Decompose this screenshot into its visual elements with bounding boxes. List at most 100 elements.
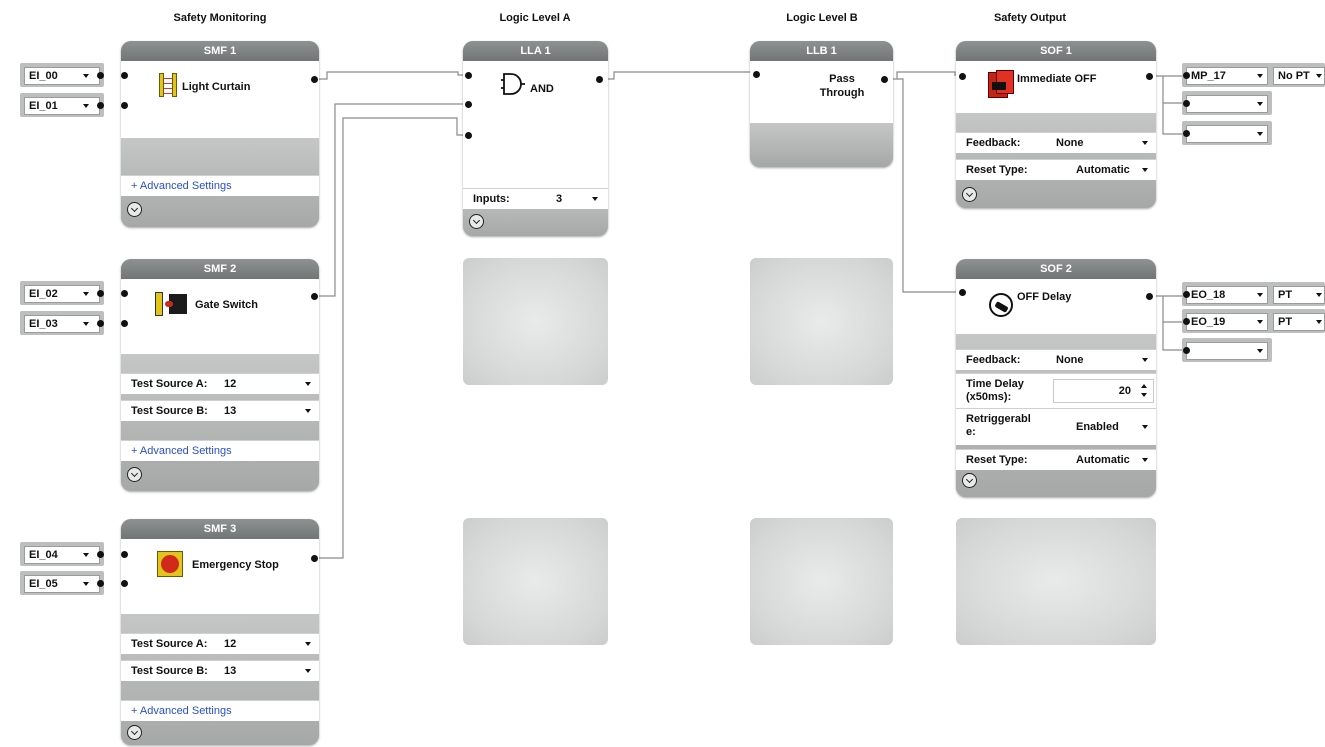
connector-dot[interactable] xyxy=(121,102,128,109)
connector-dot[interactable] xyxy=(1183,347,1190,354)
lla1-inputs-row[interactable]: Inputs: 3 xyxy=(463,188,608,209)
sof2-time-delay-row[interactable]: Time Delay (x50ms): 20 xyxy=(956,373,1156,408)
smf3-test-source-a-row[interactable]: Test Source A: 12 xyxy=(121,633,319,654)
connector-dot[interactable] xyxy=(97,551,104,558)
output-pt-select[interactable]: PT xyxy=(1269,309,1325,333)
empty-slot-sof3[interactable] xyxy=(956,518,1156,645)
connector-dot[interactable] xyxy=(97,320,104,327)
chevron-down-icon[interactable] xyxy=(83,292,89,296)
chevron-down-icon[interactable] xyxy=(1316,320,1322,324)
chevron-down-icon[interactable] xyxy=(1257,293,1263,297)
sof1-reset-type-row[interactable]: Reset Type: Automatic xyxy=(956,159,1156,180)
sof1-block[interactable]: SOF 1 Immediate OFF Feedback: None Reset… xyxy=(956,41,1156,208)
smf2-advanced-row[interactable]: + Advanced Settings xyxy=(121,440,319,461)
connector-dot[interactable] xyxy=(121,320,128,327)
llb1-block[interactable]: LLB 1 Pass Through xyxy=(750,41,893,167)
input-tag-ei03[interactable]: EI_03 xyxy=(20,311,104,335)
empty-slot-llb2[interactable] xyxy=(750,258,893,385)
sof2-block[interactable]: SOF 2 OFF Delay Feedback: None Time Dela… xyxy=(956,259,1156,497)
connector-dot[interactable] xyxy=(97,580,104,587)
chevron-down-icon[interactable] xyxy=(1257,320,1263,324)
chevron-down-icon[interactable] xyxy=(305,409,311,413)
input-tag-ei01[interactable]: EI_01 xyxy=(20,93,104,117)
connector-dot[interactable] xyxy=(121,551,128,558)
chevron-down-icon[interactable] xyxy=(1257,349,1263,353)
chevron-down-icon[interactable] xyxy=(83,74,89,78)
connector-dot[interactable] xyxy=(753,71,760,78)
output-tag-empty[interactable] xyxy=(1182,91,1272,115)
connector-dot[interactable] xyxy=(465,101,472,108)
connector-dot[interactable] xyxy=(959,289,966,296)
connector-dot[interactable] xyxy=(1183,318,1190,325)
chevron-down-icon[interactable] xyxy=(1257,132,1263,136)
chevron-down-icon[interactable] xyxy=(83,104,89,108)
collapse-chevron-icon[interactable] xyxy=(127,725,142,740)
connector-dot[interactable] xyxy=(121,580,128,587)
sof2-feedback-row[interactable]: Feedback: None xyxy=(956,349,1156,370)
connector-dot[interactable] xyxy=(311,76,318,83)
connector-dot[interactable] xyxy=(311,293,318,300)
output-tag-eo18[interactable]: EO_18 xyxy=(1182,282,1272,306)
smf2-block[interactable]: SMF 2 Gate Switch Test Source A: 12 Test… xyxy=(121,259,319,491)
chevron-down-icon[interactable] xyxy=(1316,74,1322,78)
chevron-down-icon[interactable] xyxy=(1257,74,1263,78)
output-tag-empty[interactable] xyxy=(1182,121,1272,145)
input-tag-ei05[interactable]: EI_05 xyxy=(20,571,104,595)
smf3-block[interactable]: SMF 3 Emergency Stop Test Source A: 12 T… xyxy=(121,519,319,745)
chevron-down-icon[interactable] xyxy=(1142,358,1148,362)
connector-dot[interactable] xyxy=(465,72,472,79)
chevron-down-icon[interactable] xyxy=(1142,458,1148,462)
connector-dot[interactable] xyxy=(1183,100,1190,107)
chevron-down-icon[interactable] xyxy=(1142,168,1148,172)
advanced-settings-link[interactable]: + Advanced Settings xyxy=(131,701,232,721)
sof2-reset-type-row[interactable]: Reset Type: Automatic xyxy=(956,449,1156,470)
connector-dot[interactable] xyxy=(959,73,966,80)
connector-dot[interactable] xyxy=(465,132,472,139)
output-pt-select[interactable]: PT xyxy=(1269,282,1325,306)
collapse-chevron-icon[interactable] xyxy=(962,473,977,488)
output-tag-mp17[interactable]: MP_17 xyxy=(1182,63,1272,87)
sof1-feedback-row[interactable]: Feedback: None xyxy=(956,132,1156,153)
collapse-chevron-icon[interactable] xyxy=(469,214,484,229)
empty-slot-llb3[interactable] xyxy=(750,518,893,645)
increment-icon[interactable] xyxy=(1141,384,1147,388)
input-tag-ei04[interactable]: EI_04 xyxy=(20,542,104,566)
connector-dot[interactable] xyxy=(121,290,128,297)
smf1-advanced-row[interactable]: + Advanced Settings xyxy=(121,175,319,196)
chevron-down-icon[interactable] xyxy=(1142,141,1148,145)
smf2-test-source-a-row[interactable]: Test Source A: 12 xyxy=(121,373,319,394)
chevron-down-icon[interactable] xyxy=(305,382,311,386)
connector-dot[interactable] xyxy=(1146,73,1153,80)
output-pt-select[interactable]: No PT xyxy=(1269,63,1325,87)
chevron-down-icon[interactable] xyxy=(1142,425,1148,429)
decrement-icon[interactable] xyxy=(1141,393,1147,397)
chevron-down-icon[interactable] xyxy=(305,642,311,646)
empty-slot-lla3[interactable] xyxy=(463,518,608,645)
chevron-down-icon[interactable] xyxy=(592,197,598,201)
chevron-down-icon[interactable] xyxy=(1257,102,1263,106)
output-tag-empty[interactable] xyxy=(1182,338,1272,362)
connector-dot[interactable] xyxy=(881,76,888,83)
connector-dot[interactable] xyxy=(121,72,128,79)
lla1-block[interactable]: LLA 1 AND Inputs: 3 xyxy=(463,41,608,236)
smf2-test-source-b-row[interactable]: Test Source B: 13 xyxy=(121,400,319,421)
smf1-block[interactable]: SMF 1 Light Curtain + Advanced Settings xyxy=(121,41,319,227)
advanced-settings-link[interactable]: + Advanced Settings xyxy=(131,176,232,196)
smf3-test-source-b-row[interactable]: Test Source B: 13 xyxy=(121,660,319,681)
connector-dot[interactable] xyxy=(1183,72,1190,79)
collapse-chevron-icon[interactable] xyxy=(127,202,142,217)
connector-dot[interactable] xyxy=(596,76,603,83)
chevron-down-icon[interactable] xyxy=(83,553,89,557)
chevron-down-icon[interactable] xyxy=(83,582,89,586)
chevron-down-icon[interactable] xyxy=(305,669,311,673)
connector-dot[interactable] xyxy=(1183,291,1190,298)
connector-dot[interactable] xyxy=(97,290,104,297)
connector-dot[interactable] xyxy=(1183,130,1190,137)
connector-dot[interactable] xyxy=(1146,293,1153,300)
chevron-down-icon[interactable] xyxy=(1316,293,1322,297)
output-tag-eo19[interactable]: EO_19 xyxy=(1182,309,1272,333)
sof2-retriggerable-row[interactable]: Retriggerabl e: Enabled xyxy=(956,408,1156,445)
connector-dot[interactable] xyxy=(97,72,104,79)
chevron-down-icon[interactable] xyxy=(83,322,89,326)
collapse-chevron-icon[interactable] xyxy=(127,467,142,482)
